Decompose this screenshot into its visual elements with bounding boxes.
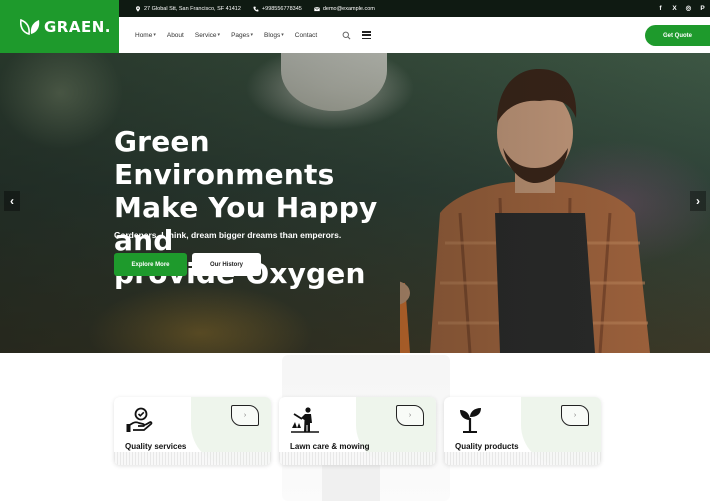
leaf-icon — [20, 18, 40, 35]
nav-label: Pages — [231, 31, 250, 39]
email-text: demo@example.com — [322, 5, 375, 12]
phone-text: +998556778345 — [261, 5, 302, 12]
nav-item-service[interactable]: Service ▾ — [195, 32, 220, 39]
service-card[interactable]: › Quality products — [444, 397, 601, 465]
hero-title-line: Make You Happy and — [114, 191, 378, 257]
logo[interactable]: GRAEN. — [0, 0, 119, 53]
slider-next-button[interactable]: › — [690, 191, 706, 211]
slider-prev-button[interactable]: ‹ — [4, 191, 20, 211]
get-quote-button[interactable]: Get Quote — [645, 25, 710, 46]
chevron-right-icon: › — [696, 194, 700, 208]
hero-title-line: Green Environments — [114, 125, 335, 191]
logo-text: GRAEN. — [44, 17, 111, 36]
chevron-down-icon: ▾ — [250, 32, 254, 38]
service-card[interactable]: › Lawn care & mowing — [279, 397, 436, 465]
nav-item-blogs[interactable]: Blogs ▾ — [264, 32, 284, 39]
card-arrow-button[interactable]: › — [396, 405, 424, 426]
chevron-right-icon: › — [243, 412, 247, 419]
chevron-right-icon: › — [573, 412, 577, 419]
envelope-icon — [313, 6, 320, 11]
social-links: f X ◎ P — [657, 4, 706, 13]
card-arrow-button[interactable]: › — [231, 405, 259, 426]
nav-item-about[interactable]: About — [167, 32, 184, 39]
topbar-email[interactable]: demo@example.com — [313, 5, 375, 12]
nav-label: Service — [194, 31, 217, 39]
service-title: Quality products — [455, 442, 519, 451]
instagram-icon[interactable]: ◎ — [685, 4, 692, 13]
nav-label: About — [166, 31, 184, 39]
pinterest-icon[interactable]: P — [699, 4, 706, 13]
card-arrow-button[interactable]: › — [561, 405, 589, 426]
hamburger-menu-icon[interactable] — [362, 31, 372, 39]
hand-award-icon — [126, 407, 153, 432]
topbar-phone[interactable]: +998556778345 — [253, 6, 302, 12]
service-title: Quality services — [125, 442, 187, 451]
main-nav: Home ▾ About Service ▾ Pages ▾ Blogs ▾ Conta… — [119, 17, 710, 53]
hero-slider: Green Environments Make You Happy and pr… — [0, 53, 710, 353]
nav-item-home[interactable]: Home ▾ — [135, 32, 156, 39]
page: GRAEN. 27 Global Stt, San Francisco, SF … — [0, 0, 710, 501]
facebook-icon[interactable]: f — [657, 4, 664, 13]
service-title: Lawn care & mowing — [290, 442, 370, 451]
chevron-left-icon: ‹ — [10, 194, 14, 208]
chevron-down-icon: ▾ — [217, 32, 221, 38]
nav-label: Contact — [294, 31, 318, 39]
card-grass-decoration — [279, 452, 436, 465]
service-card[interactable]: › Quality services — [114, 397, 271, 465]
card-grass-decoration — [444, 452, 601, 465]
chevron-right-icon: › — [408, 412, 412, 419]
chevron-down-icon: ▾ — [153, 32, 156, 38]
phone-icon — [253, 6, 259, 12]
address-text: 27 Global Stt, San Francisco, SF 41412 — [144, 5, 241, 12]
topbar-address: 27 Global Stt, San Francisco, SF 41412 — [135, 6, 241, 12]
our-history-button[interactable]: Our History — [192, 253, 261, 276]
nav-label: Home — [135, 31, 153, 39]
explore-more-button[interactable]: Explore More — [114, 253, 187, 276]
sprout-icon — [460, 408, 481, 433]
search-icon[interactable] — [342, 31, 351, 40]
nav-item-contact[interactable]: Contact — [295, 32, 317, 39]
chevron-down-icon: ▾ — [281, 32, 284, 38]
nav-item-pages[interactable]: Pages ▾ — [231, 32, 253, 39]
x-twitter-icon[interactable]: X — [671, 4, 678, 13]
card-grass-decoration — [114, 452, 271, 465]
gardener-icon — [291, 407, 319, 433]
map-pin-icon — [136, 5, 140, 12]
nav-label: Blogs — [264, 31, 281, 39]
hero-subtitle: Gardeners, I think, dream bigger dreams … — [114, 230, 342, 240]
topbar: 27 Global Stt, San Francisco, SF 41412 +… — [119, 0, 710, 17]
